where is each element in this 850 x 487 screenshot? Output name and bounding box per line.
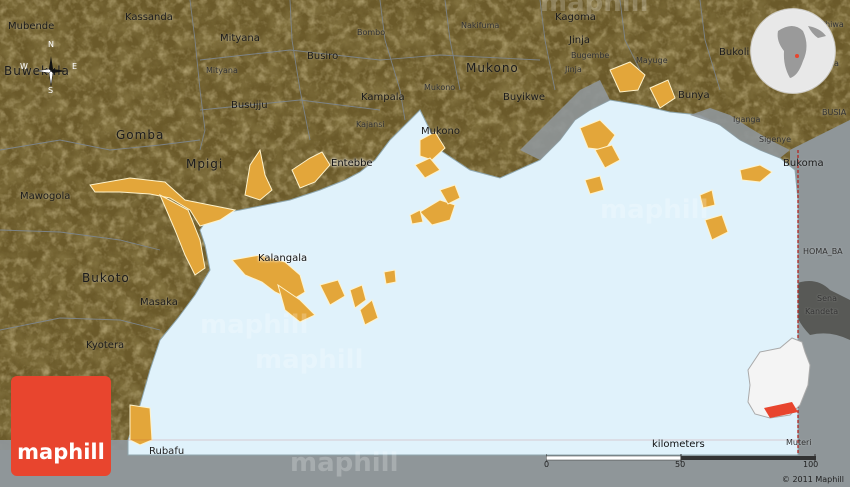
place-label: Muteri	[786, 438, 812, 447]
watermark: maphill	[290, 448, 399, 478]
place-label: Bombo	[357, 28, 386, 37]
watermark: maphill	[600, 195, 709, 225]
place-label: HOMA_BA	[803, 247, 843, 256]
place-label: Kassanda	[125, 12, 173, 23]
compass-rose-icon	[35, 56, 66, 87]
place-label: Mukono	[424, 83, 456, 92]
place-label: Buyikwe	[503, 92, 546, 103]
place-label: Mityana	[206, 66, 238, 75]
place-label: Busiro	[307, 51, 339, 62]
watermark: maphill	[200, 310, 309, 340]
place-label: Kagoma	[555, 12, 596, 23]
watermark: maphill	[255, 345, 364, 375]
place-label: Busujju	[231, 100, 268, 111]
compass-south: S	[48, 86, 54, 95]
place-label: Sigenye	[759, 135, 792, 144]
copyright: © 2011 Maphill	[781, 475, 844, 484]
place-label: Gomba	[116, 128, 165, 142]
place-label: Mukono	[421, 126, 460, 137]
compass-east: E	[72, 62, 78, 71]
place-label: Kampala	[361, 92, 405, 103]
globe-icon	[750, 8, 836, 94]
place-label: Kandeta	[805, 307, 839, 316]
place-label: Mawogola	[20, 191, 71, 202]
place-label: Bunya	[678, 90, 710, 101]
place-label: Sena	[817, 294, 837, 303]
scale-tick-100: 100	[803, 460, 819, 469]
place-label: Entebbe	[331, 158, 373, 169]
place-label: Jinja	[569, 35, 590, 46]
place-label: Bukoma	[783, 158, 824, 169]
place-label: Bukoli	[719, 47, 750, 58]
place-label: Bukoto	[82, 271, 130, 285]
place-label: Kalangala	[258, 253, 308, 264]
place-label: Kajansi	[356, 120, 385, 129]
compass-west: W	[20, 62, 28, 71]
place-label: Mpigi	[186, 157, 224, 171]
terrain-map	[0, 0, 850, 487]
country-locator-icon	[747, 337, 811, 419]
place-label: Nakifuma	[461, 21, 500, 30]
scale-tick-0: 0	[544, 460, 550, 469]
place-label: Jinja	[565, 65, 582, 74]
logo-text: maphill	[17, 440, 105, 464]
maphill-logo[interactable]: maphill	[11, 376, 111, 476]
place-label: Mityana	[220, 33, 260, 44]
place-label: Iganga	[733, 115, 761, 124]
place-label: Mukono	[466, 61, 519, 75]
place-label: Rubafu	[149, 446, 185, 457]
place-label: Masaka	[140, 297, 178, 308]
place-label: Bugembe	[571, 51, 610, 60]
place-label: Mayuge	[636, 56, 668, 65]
scale-title: kilometers	[652, 439, 705, 450]
compass-north: N	[48, 40, 54, 49]
scale-tick-50: 50	[675, 460, 686, 469]
place-label: Kyotera	[86, 340, 125, 351]
place-label: BUSIA	[822, 108, 847, 117]
place-label: Mubende	[8, 21, 55, 32]
